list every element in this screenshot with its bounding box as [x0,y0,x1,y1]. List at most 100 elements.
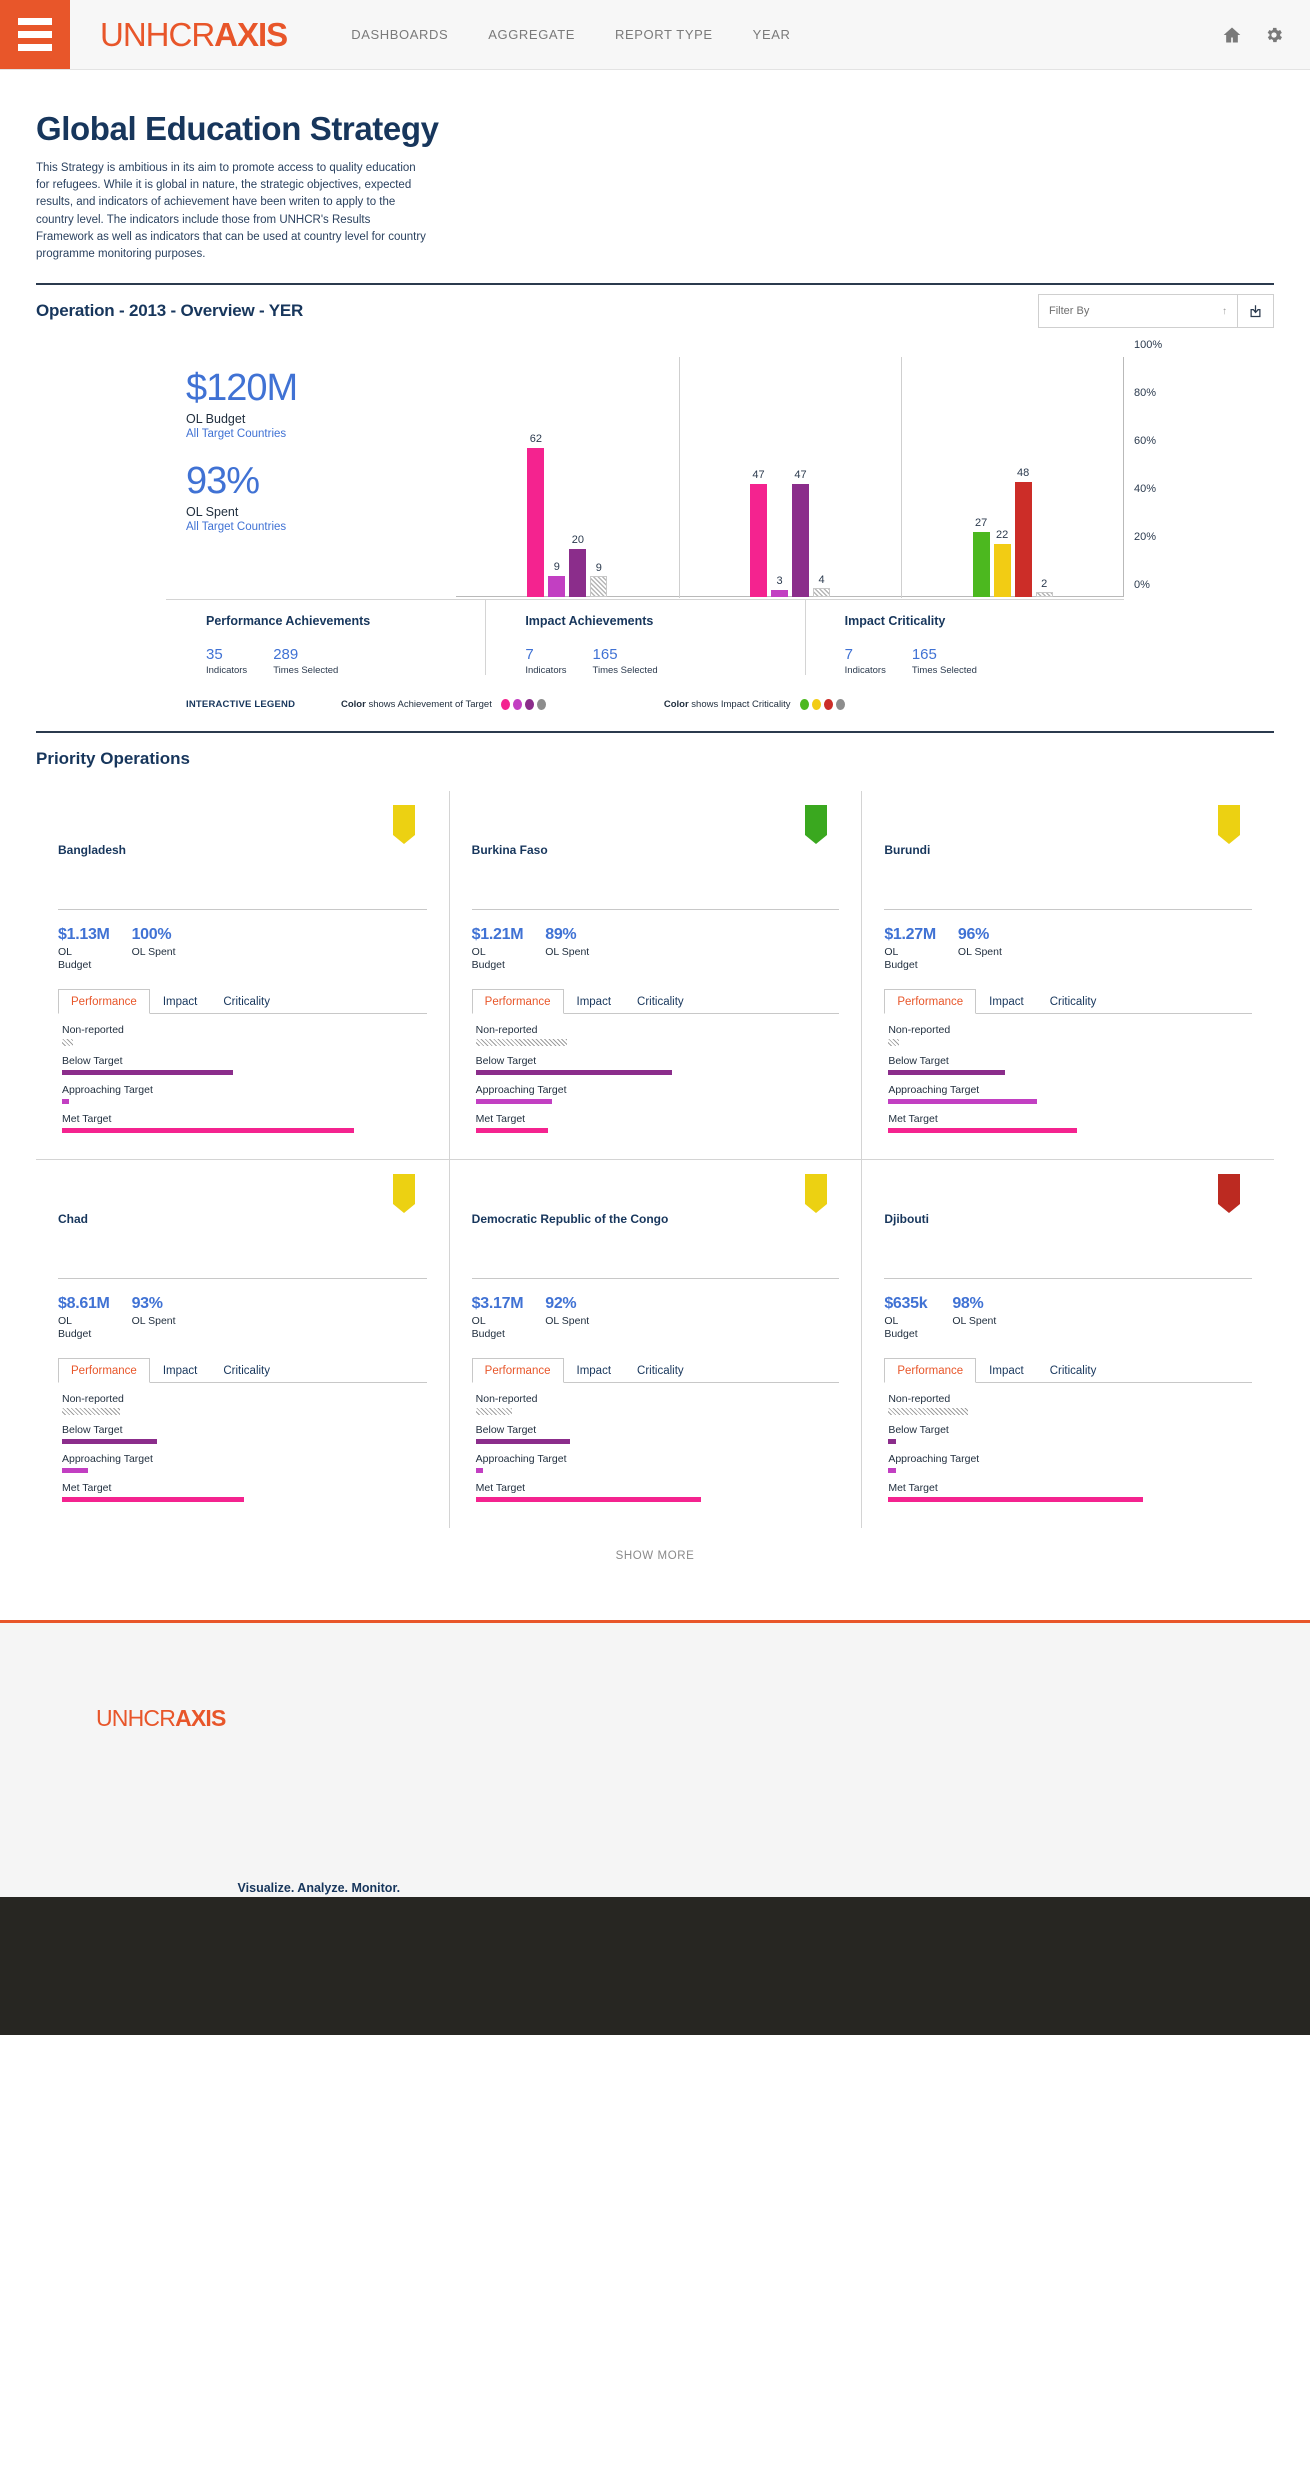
measure-bar[interactable] [888,1128,1078,1134]
legend-dot[interactable] [823,699,833,711]
tab-criticality[interactable]: Criticality [210,1358,283,1383]
measure-bar[interactable] [888,1497,1143,1503]
tab-performance[interactable]: Performance [884,1358,977,1384]
brand-logo[interactable]: UNHCR AXIS [70,0,288,69]
measure-bar[interactable] [62,1099,70,1105]
tab-performance[interactable]: Performance [471,989,564,1015]
stat-number[interactable]: 7 [525,646,566,663]
kpi-sublink[interactable]: All Target Countries [186,521,297,533]
legend-dot[interactable] [524,699,534,711]
status-ribbon-icon[interactable] [805,805,828,845]
tab-performance[interactable]: Performance [58,1358,150,1384]
y-axis-tick: 60% [1134,435,1157,448]
legend-dot[interactable] [536,699,546,711]
chart-bar[interactable]: 2 [1035,578,1053,598]
measure-bar[interactable] [888,1408,969,1416]
card-kpi-label: OL Budget [884,1315,918,1341]
tab-impact[interactable]: Impact [564,989,625,1014]
stat-number[interactable]: 289 [273,646,338,663]
hamburger-menu-icon[interactable] [0,0,70,69]
tab-criticality[interactable]: Criticality [624,989,697,1014]
card-tabs: Performance Impact Criticality [884,1357,1252,1384]
card-divider [471,909,840,911]
status-ribbon-icon[interactable] [1217,1174,1240,1214]
tab-impact[interactable]: Impact [564,1358,625,1383]
tab-impact[interactable]: Impact [976,989,1037,1014]
show-more-button[interactable]: SHOW MORE [36,1528,1274,1562]
measure-bar[interactable] [475,1468,483,1474]
measure-bar[interactable] [475,1408,513,1416]
nav-item-year[interactable]: YEAR [753,27,791,42]
tab-performance[interactable]: Performance [471,1358,564,1384]
chart-bar[interactable]: 47 [792,469,809,598]
chart-bar[interactable]: 48 [1014,467,1032,598]
status-ribbon-icon[interactable] [392,805,415,845]
chart-bar[interactable]: 47 [750,469,767,598]
status-ribbon-icon[interactable] [1217,805,1240,845]
chart-bar[interactable]: 20 [569,534,587,598]
operation-name: Democratic Republic of the Congo [471,1212,669,1227]
measure-bar[interactable] [62,1439,157,1445]
home-icon[interactable] [1222,25,1242,45]
card-kpi-value: $1.27M [884,926,936,944]
status-ribbon-icon[interactable] [805,1174,828,1214]
legend-color-dots [799,699,845,711]
chart-bar[interactable]: 4 [813,574,830,598]
legend-dot[interactable] [799,699,809,711]
tab-criticality[interactable]: Criticality [1037,989,1110,1014]
gear-icon[interactable] [1264,25,1284,45]
nav-item-dashboards[interactable]: DASHBOARDS [351,27,448,42]
status-ribbon-icon[interactable] [392,1174,415,1214]
stat-number[interactable]: 35 [206,646,247,663]
measure-bar[interactable] [475,1497,702,1503]
nav-item-aggregate[interactable]: AGGREGATE [488,27,575,42]
measure-bar[interactable] [62,1408,121,1416]
chart-bar[interactable]: 9 [590,562,608,598]
stat-number[interactable]: 7 [845,646,886,663]
tab-impact[interactable]: Impact [150,989,211,1014]
chart-bar[interactable]: 3 [771,575,788,598]
measure-bar[interactable] [475,1070,673,1076]
footer-brand-logo[interactable]: UNHCRAXIS [96,1705,226,1732]
legend-dot[interactable] [512,699,522,711]
nav-item-report-type[interactable]: REPORT TYPE [615,27,713,42]
chart-bar[interactable]: 62 [527,433,545,598]
measure-bar[interactable] [475,1439,571,1445]
measure-bar[interactable] [475,1099,553,1105]
tab-impact[interactable]: Impact [976,1358,1037,1383]
kpi-value: 93% [186,460,260,503]
measure-bar[interactable] [62,1070,234,1076]
chart-bar[interactable]: 9 [548,561,566,598]
measure-bar[interactable] [888,1099,1038,1105]
operation-name: Chad [58,1212,88,1227]
measure-label: Non-reported [888,1393,951,1406]
measure-bar[interactable] [888,1439,896,1445]
chart-bar[interactable]: 22 [993,529,1011,598]
tab-criticality[interactable]: Criticality [1037,1358,1110,1383]
measure-bar[interactable] [888,1039,900,1047]
stat-number[interactable]: 165 [912,646,977,663]
chart-bar[interactable]: 27 [972,517,990,598]
card-tabs: Performance Impact Criticality [884,988,1252,1015]
measure-bar[interactable] [62,1128,354,1134]
measure-bar[interactable] [475,1128,549,1134]
measure-bar[interactable] [62,1039,73,1047]
tab-performance[interactable]: Performance [58,989,150,1015]
measure-bar[interactable] [475,1039,567,1047]
share-export-icon[interactable] [1238,294,1274,329]
measure-bar[interactable] [888,1468,896,1474]
legend-dot[interactable] [500,699,510,711]
legend-dot[interactable] [835,699,845,711]
filter-by-dropdown[interactable]: Filter By ↑ [1038,294,1238,329]
measure-bar[interactable] [62,1497,245,1503]
tab-performance[interactable]: Performance [884,989,977,1015]
tab-criticality[interactable]: Criticality [624,1358,697,1383]
tab-criticality[interactable]: Criticality [210,989,283,1014]
measure-bar[interactable] [62,1468,88,1474]
stat-number[interactable]: 165 [593,646,658,663]
legend-dot[interactable] [811,699,821,711]
kpi-sublink[interactable]: All Target Countries [186,428,297,440]
tab-impact[interactable]: Impact [150,1358,211,1383]
card-kpi-spent: 98% OL Spent [952,1295,996,1341]
measure-bar[interactable] [888,1070,1005,1076]
